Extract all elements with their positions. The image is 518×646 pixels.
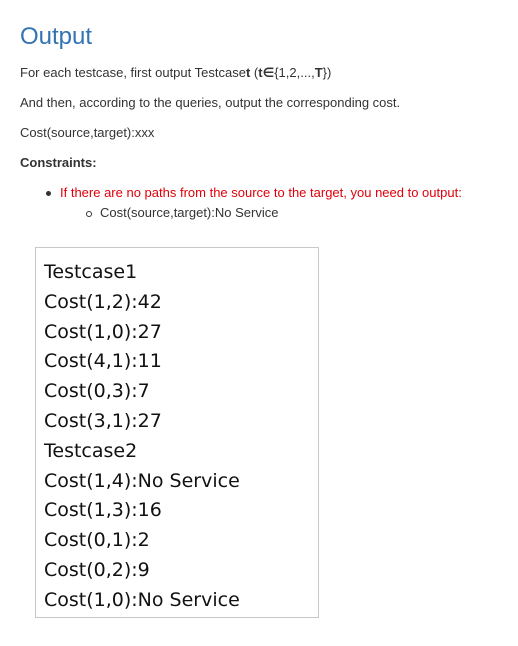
output-line: Cost(0,3):7 bbox=[44, 380, 150, 403]
constraints-heading: Constraints: bbox=[20, 155, 97, 170]
output-line: Cost(1,0):No Service bbox=[44, 588, 240, 611]
constraint-text: If there are no paths from the source to… bbox=[60, 185, 462, 200]
set-body: {1,2,..., bbox=[274, 65, 315, 80]
set-close: }) bbox=[322, 65, 332, 80]
output-line: Cost(1,3):16 bbox=[44, 499, 162, 522]
output-line: Cost(0,2):9 bbox=[44, 558, 150, 581]
constraint-subitem: Cost(source,target):No Service bbox=[86, 204, 278, 222]
output-line: Cost(3,1):27 bbox=[44, 409, 162, 432]
sample-output-lines: Testcase1 Cost(1,2):42 Cost(1,0):27 Cost… bbox=[44, 258, 240, 616]
bullet-circle-icon bbox=[86, 211, 92, 217]
output-line: Cost(1,0):27 bbox=[44, 320, 162, 343]
sample-output-box: Testcase1 Cost(1,2):42 Cost(1,0):27 Cost… bbox=[35, 247, 319, 618]
output-line: Testcase1 bbox=[44, 261, 138, 283]
set-element-of: t∈ bbox=[258, 65, 275, 80]
output-description: For each testcase, first output Testcase… bbox=[20, 64, 331, 82]
constraint-item: If there are no paths from the source to… bbox=[46, 184, 462, 202]
output-line: Cost(1,2):42 bbox=[44, 290, 162, 313]
section-heading: Output bbox=[20, 23, 93, 50]
output-line: Cost(0,1):2 bbox=[44, 529, 150, 552]
cost-format: Cost(source,target):xxx bbox=[20, 125, 155, 140]
output-line: Testcase2 bbox=[44, 439, 138, 462]
output-description-text: For each testcase, first output Testcase bbox=[20, 65, 246, 80]
queries-description: And then, according to the queries, outp… bbox=[20, 95, 401, 110]
no-service-format: Cost(source,target):No Service bbox=[100, 205, 279, 220]
output-line: Cost(4,1):11 bbox=[44, 350, 162, 373]
output-line: Cost(1,4):No Service bbox=[44, 469, 240, 492]
bullet-dot-icon bbox=[46, 191, 51, 196]
set-upper-bound: T bbox=[314, 65, 323, 80]
